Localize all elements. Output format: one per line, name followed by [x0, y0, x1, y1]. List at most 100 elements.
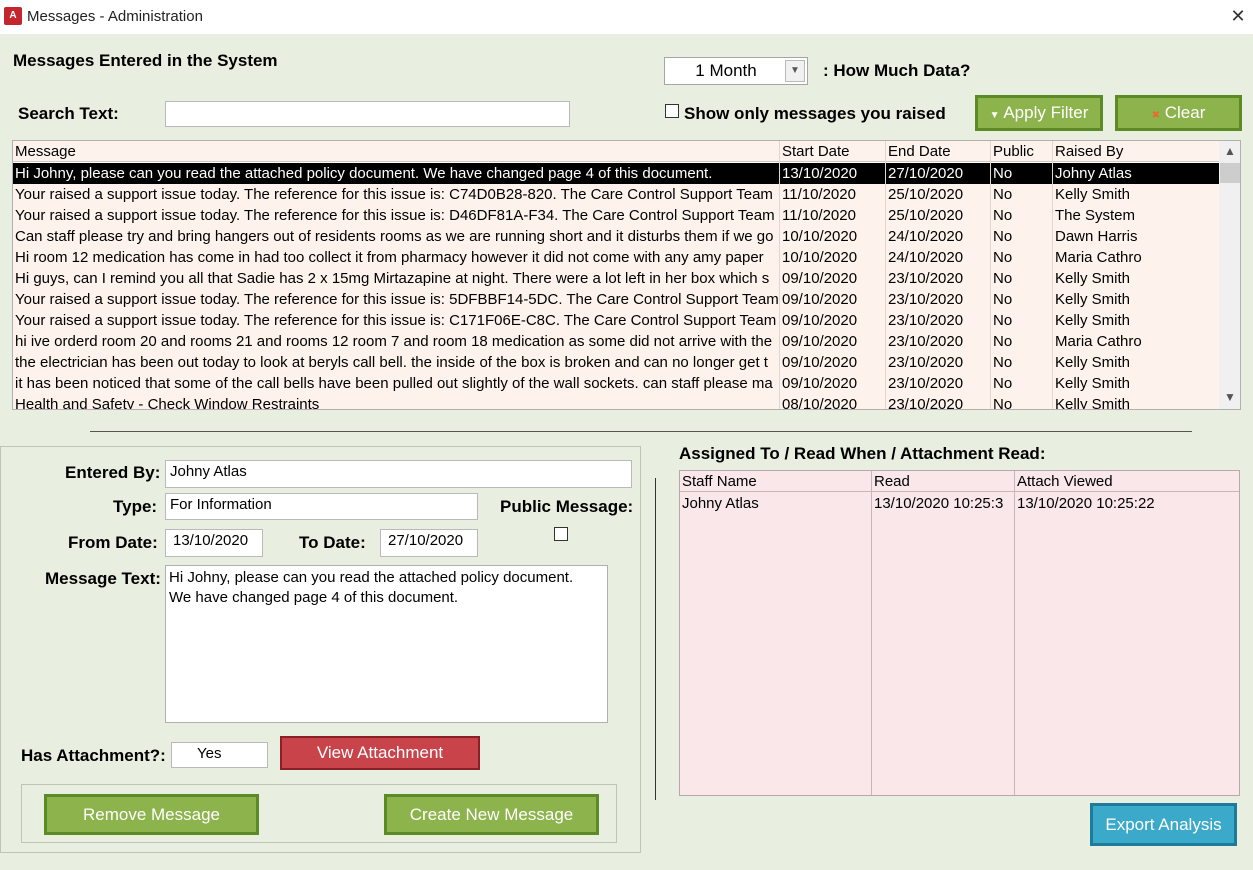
- cell-message: Can staff please try and bring hangers o…: [15, 228, 774, 245]
- scroll-up-icon[interactable]: ▲: [1219, 141, 1240, 161]
- cell-read[interactable]: 13/10/2020 10:25:3: [872, 493, 1014, 514]
- column-header-staff-name[interactable]: Staff Name: [680, 471, 871, 492]
- search-label: Search Text:: [18, 104, 119, 123]
- cell-end-date: 24/10/2020: [888, 228, 964, 245]
- column-header-public[interactable]: Public: [991, 141, 1052, 162]
- close-icon[interactable]: ✕: [1226, 4, 1250, 28]
- clear-button[interactable]: ✖ Clear: [1115, 95, 1242, 131]
- column-header-message[interactable]: Message: [13, 141, 779, 162]
- cell-public: No: [993, 333, 1013, 350]
- cell-message: Hi Johny, please can you read the attach…: [13, 163, 779, 184]
- cell-message: Your raised a support issue today. The r…: [15, 312, 779, 329]
- cell-public: No: [993, 207, 1013, 224]
- cell-message: Hi guys, can I remind you all that Sadie…: [15, 270, 770, 287]
- scroll-thumb[interactable]: [1220, 163, 1240, 183]
- messages-grid[interactable]: Message Start Date End Date Public Raise…: [12, 140, 1241, 410]
- page-heading: Messages Entered in the System: [13, 51, 278, 70]
- cell-raised-by: Kelly Smith: [1055, 354, 1131, 371]
- table-row[interactable]: hi ive orderd room 20 and rooms 21 and r…: [13, 331, 1219, 352]
- table-row[interactable]: Your raised a support issue today. The r…: [13, 289, 1219, 310]
- cell-raised-by: Kelly Smith: [1055, 291, 1131, 308]
- cell-end-date: 23/10/2020: [888, 333, 964, 350]
- cell-raised-by: The System: [1055, 207, 1136, 224]
- grid-scrollbar[interactable]: ▲ ▼: [1219, 141, 1240, 409]
- cell-message: Your raised a support issue today. The r…: [15, 291, 779, 308]
- table-row[interactable]: it has been noticed that some of the cal…: [13, 373, 1219, 394]
- cell-attach-viewed[interactable]: 13/10/2020 10:25:22: [1015, 493, 1239, 514]
- cell-message: it has been noticed that some of the cal…: [15, 375, 773, 392]
- table-row[interactable]: Hi Johny, please can you read the attach…: [13, 163, 1219, 184]
- show-only-checkbox[interactable]: [665, 104, 679, 118]
- cell-start-date: 11/10/2020: [782, 207, 856, 224]
- search-input[interactable]: [165, 101, 570, 127]
- chevron-down-icon[interactable]: ▼: [785, 60, 805, 82]
- cell-raised-by: Kelly Smith: [1055, 396, 1131, 410]
- message-text-label: Message Text:: [45, 569, 161, 588]
- public-message-checkbox[interactable]: [554, 527, 568, 541]
- table-row[interactable]: Hi guys, can I remind you all that Sadie…: [13, 268, 1219, 289]
- cell-public: No: [993, 354, 1013, 371]
- scroll-down-icon[interactable]: ▼: [1219, 387, 1240, 407]
- table-row[interactable]: Can staff please try and bring hangers o…: [13, 226, 1219, 247]
- public-message-label: Public Message:: [500, 497, 634, 516]
- from-date-label: From Date:: [68, 533, 158, 552]
- cell-staff-name[interactable]: Johny Atlas: [680, 493, 871, 514]
- apply-filter-label: Apply Filter: [1003, 103, 1089, 122]
- table-row[interactable]: Your raised a support issue today. The r…: [13, 205, 1219, 226]
- cell-end-date: 25/10/2020: [888, 186, 964, 203]
- cell-message: the electrician has been out today to lo…: [15, 354, 768, 371]
- cell-raised-by: Maria Cathro: [1055, 333, 1142, 350]
- column-header-read[interactable]: Read: [872, 471, 1014, 492]
- column-header-raised-by[interactable]: Raised By: [1053, 141, 1219, 162]
- message-text-line: We have changed page 4 of this document.: [169, 589, 459, 606]
- period-dropdown[interactable]: 1 Month ▼: [664, 57, 808, 85]
- cell-public: No: [993, 249, 1013, 266]
- cell-public: No: [993, 291, 1013, 308]
- to-date-field[interactable]: 27/10/2020: [380, 529, 478, 557]
- cell-end-date: 23/10/2020: [888, 312, 964, 329]
- table-row[interactable]: the electrician has been out today to lo…: [13, 352, 1219, 373]
- type-field[interactable]: For Information: [165, 493, 478, 520]
- table-row[interactable]: Your raised a support issue today. The r…: [13, 310, 1219, 331]
- from-date-field[interactable]: 13/10/2020: [165, 529, 263, 557]
- message-text-area[interactable]: Hi Johny, please can you read the attach…: [165, 565, 608, 723]
- export-analysis-button[interactable]: Export Analysis: [1090, 803, 1237, 846]
- has-attachment-label: Has Attachment?:: [21, 746, 166, 765]
- column-header-start-date[interactable]: Start Date: [780, 141, 885, 162]
- entered-by-field[interactable]: Johny Atlas: [165, 460, 632, 488]
- column-header-attach-viewed[interactable]: Attach Viewed: [1015, 471, 1239, 492]
- assigned-grid[interactable]: Staff Name Read Attach Viewed Johny Atla…: [679, 470, 1240, 796]
- cell-end-date: 23/10/2020: [888, 270, 964, 287]
- cell-message: Health and Safety - Check Window Restrai…: [15, 396, 320, 410]
- message-text-line: Hi Johny, please can you read the attach…: [169, 569, 574, 586]
- cell-public: No: [993, 375, 1013, 392]
- table-row[interactable]: Health and Safety - Check Window Restrai…: [13, 394, 1219, 410]
- cell-start-date: 08/10/2020: [782, 396, 858, 410]
- view-attachment-button[interactable]: View Attachment: [280, 736, 480, 770]
- cell-start-date: 09/10/2020: [782, 291, 858, 308]
- cell-raised-by: Kelly Smith: [1055, 186, 1131, 203]
- table-row[interactable]: Hi room 12 medication has come in had to…: [13, 247, 1219, 268]
- cell-start-date: 10/10/2020: [782, 228, 858, 245]
- assigned-heading: Assigned To / Read When / Attachment Rea…: [679, 444, 1046, 463]
- cell-end-date: 23/10/2020: [888, 291, 964, 308]
- cell-raised-by: Kelly Smith: [1055, 375, 1131, 392]
- column-header-end-date[interactable]: End Date: [886, 141, 990, 162]
- cell-public: No: [993, 312, 1013, 329]
- cell-message: Hi room 12 medication has come in had to…: [15, 249, 764, 266]
- cell-end-date: 23/10/2020: [888, 375, 964, 392]
- cell-start-date: 09/10/2020: [782, 354, 858, 371]
- cell-end-date: 24/10/2020: [888, 249, 964, 266]
- cell-raised-by: Kelly Smith: [1055, 270, 1131, 287]
- create-new-message-button[interactable]: Create New Message: [384, 794, 599, 835]
- divider: [90, 431, 1192, 432]
- remove-message-button[interactable]: Remove Message: [44, 794, 259, 835]
- apply-filter-button[interactable]: ▼ Apply Filter: [975, 95, 1103, 131]
- has-attachment-field[interactable]: Yes: [171, 742, 268, 768]
- cell-end-date: 27/10/2020: [888, 165, 964, 182]
- cell-start-date: 10/10/2020: [782, 249, 858, 266]
- cell-raised-by: Kelly Smith: [1055, 312, 1131, 329]
- cell-raised-by: Johny Atlas: [1055, 165, 1132, 182]
- type-label: Type:: [113, 497, 158, 516]
- table-row[interactable]: Your raised a support issue today. The r…: [13, 184, 1219, 205]
